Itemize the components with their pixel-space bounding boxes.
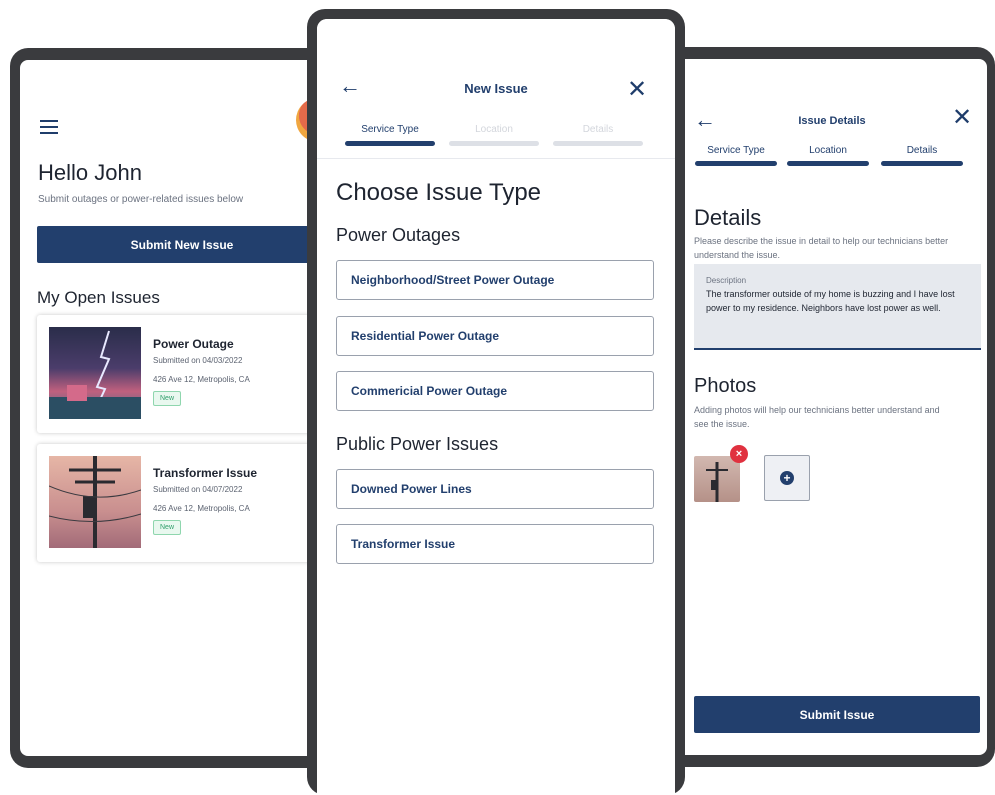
submit-new-issue-button[interactable]: Submit New Issue xyxy=(37,226,327,263)
issue-title: Transformer Issue xyxy=(153,466,258,480)
menu-icon[interactable] xyxy=(40,120,58,134)
option-neighborhood-outage[interactable]: Neighborhood/Street Power Outage xyxy=(336,260,654,300)
step-indicator xyxy=(553,141,643,146)
description-field[interactable]: Description The transformer outside of m… xyxy=(694,264,981,350)
issue-date: Submitted on 04/07/2022 xyxy=(153,485,243,494)
close-icon[interactable]: ✕ xyxy=(627,75,647,104)
option-transformer-issue[interactable]: Transformer Issue xyxy=(336,524,654,564)
step-indicator xyxy=(345,141,435,146)
issue-thumbnail xyxy=(49,327,141,419)
photos-subtitle: Adding photos will help our technicians … xyxy=(694,405,940,429)
page-title: Choose Issue Type xyxy=(336,179,542,206)
status-badge: New xyxy=(153,391,182,406)
issue-details-screen: ← Issue Details ✕ Service Type Location … xyxy=(677,59,987,755)
section-title-power-outages: Power Outages xyxy=(336,225,461,245)
tab-details[interactable]: Details xyxy=(553,124,643,135)
tab-details[interactable]: Details xyxy=(881,145,963,156)
greeting: Hello John xyxy=(38,160,142,185)
new-issue-header: ← New Issue ✕ Service Type Location Deta… xyxy=(317,19,675,159)
stage: Hello John Submit outages or power-relat… xyxy=(0,0,995,795)
tab-service-type[interactable]: Service Type xyxy=(345,124,435,135)
close-icon[interactable]: ✕ xyxy=(952,103,972,132)
details-subtitle: Please describe the issue in detail to h… xyxy=(694,236,949,260)
step-indicator xyxy=(449,141,539,146)
option-commercial-outage[interactable]: Commericial Power Outage xyxy=(336,371,654,411)
section-title-public-power: Public Power Issues xyxy=(336,434,499,454)
greeting-subtitle: Submit outages or power-related issues b… xyxy=(38,194,244,205)
option-residential-outage[interactable]: Residential Power Outage xyxy=(336,316,654,356)
tab-service-type[interactable]: Service Type xyxy=(695,145,777,156)
description-label: Description xyxy=(706,276,747,285)
issue-card[interactable]: Power Outage Submitted on 04/03/2022 426… xyxy=(37,315,327,433)
photo-thumbnail[interactable] xyxy=(694,456,740,502)
tab-location[interactable]: Location xyxy=(449,124,539,135)
home-screen: Hello John Submit outages or power-relat… xyxy=(20,60,340,756)
step-indicator xyxy=(881,161,963,166)
status-badge: New xyxy=(153,520,182,535)
phone-issue-details: ← Issue Details ✕ Service Type Location … xyxy=(655,47,995,767)
phone-new-issue: ← New Issue ✕ Service Type Location Deta… xyxy=(307,9,685,795)
header-title: New Issue xyxy=(464,81,528,96)
step-indicator xyxy=(787,161,869,166)
tab-location[interactable]: Location xyxy=(787,145,869,156)
description-text: The transformer outside of my home is bu… xyxy=(706,289,955,313)
step-indicator xyxy=(695,161,777,166)
x-icon[interactable]: × xyxy=(730,445,748,463)
phone-home: Hello John Submit outages or power-relat… xyxy=(10,48,340,768)
open-issues-title: My Open Issues xyxy=(37,288,160,307)
issue-address: 426 Ave 12, Metropolis, CA xyxy=(153,504,250,513)
issue-date: Submitted on 04/03/2022 xyxy=(153,356,243,365)
issue-card[interactable]: Transformer Issue Submitted on 04/07/202… xyxy=(37,444,327,562)
issue-address: 426 Ave 12, Metropolis, CA xyxy=(153,375,250,384)
plus-icon: + xyxy=(780,471,794,485)
option-downed-power-lines[interactable]: Downed Power Lines xyxy=(336,469,654,509)
issue-thumbnail xyxy=(49,456,141,548)
issue-title: Power Outage xyxy=(153,337,234,351)
new-issue-screen: ← New Issue ✕ Service Type Location Deta… xyxy=(317,19,675,795)
details-title: Details xyxy=(694,205,762,230)
header-title: Issue Details xyxy=(798,115,866,127)
photos-title: Photos xyxy=(694,375,757,397)
submit-issue-button[interactable]: Submit Issue xyxy=(694,696,980,733)
add-photo-button[interactable]: + xyxy=(764,455,810,501)
